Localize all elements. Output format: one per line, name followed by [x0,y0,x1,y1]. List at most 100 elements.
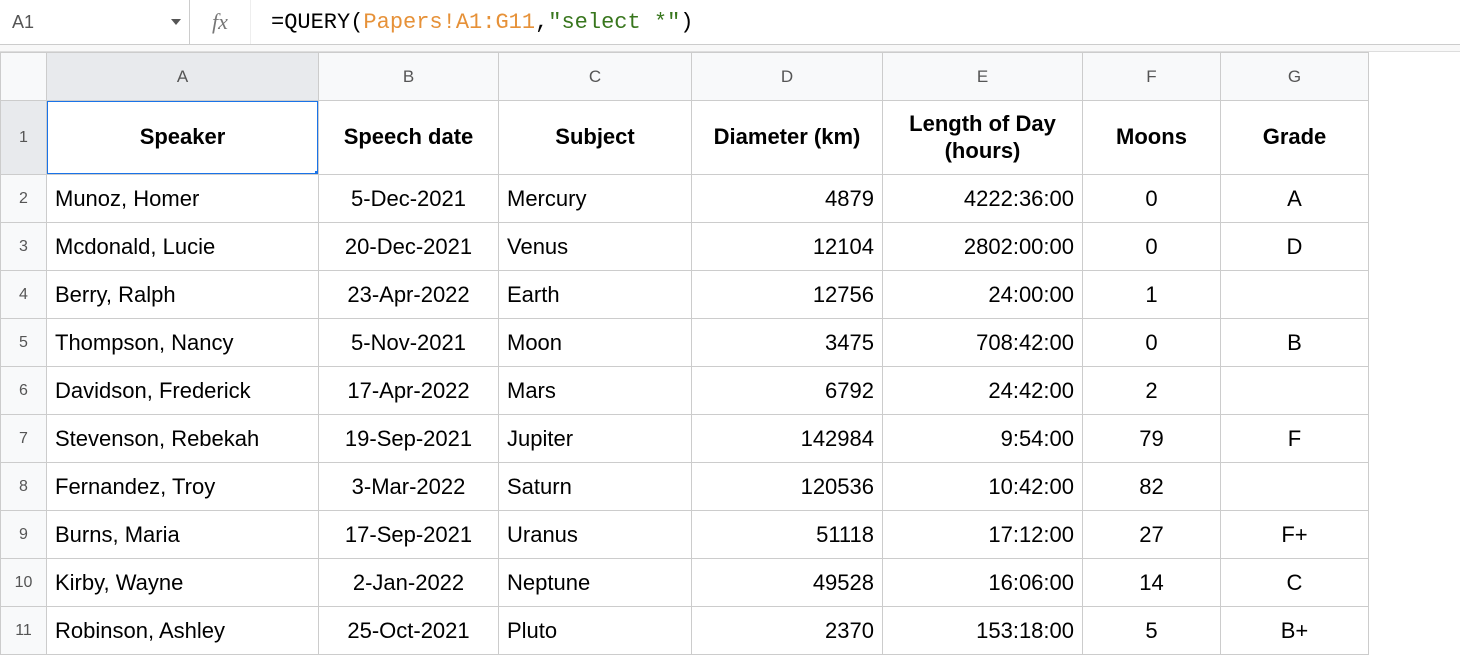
cell-A4[interactable]: Berry, Ralph [47,271,319,319]
cell-C11[interactable]: Pluto [499,607,692,655]
cell-G8[interactable] [1221,463,1369,511]
cell-D5[interactable]: 3475 [692,319,883,367]
row-header-1[interactable]: 1 [1,101,47,175]
cell-E1[interactable]: Length of Day (hours) [883,101,1083,175]
cell-B2[interactable]: 5-Dec-2021 [319,175,499,223]
cell-A10[interactable]: Kirby, Wayne [47,559,319,607]
cell-F7[interactable]: 79 [1083,415,1221,463]
cell-B3[interactable]: 20-Dec-2021 [319,223,499,271]
cell-G10[interactable]: C [1221,559,1369,607]
cell-F9[interactable]: 27 [1083,511,1221,559]
col-header-A[interactable]: A [47,53,319,101]
cell-B9[interactable]: 17-Sep-2021 [319,511,499,559]
cell-C2[interactable]: Mercury [499,175,692,223]
cell-B5[interactable]: 5-Nov-2021 [319,319,499,367]
cell-B11[interactable]: 25-Oct-2021 [319,607,499,655]
cell-D10[interactable]: 49528 [692,559,883,607]
cell-A5[interactable]: Thompson, Nancy [47,319,319,367]
row-header-7[interactable]: 7 [1,415,47,463]
cell-E10[interactable]: 16:06:00 [883,559,1083,607]
cell-D1[interactable]: Diameter (km) [692,101,883,175]
cell-F1[interactable]: Moons [1083,101,1221,175]
cell-A1[interactable]: Speaker [47,101,319,175]
cell-G6[interactable] [1221,367,1369,415]
cell-C5[interactable]: Moon [499,319,692,367]
col-header-C[interactable]: C [499,53,692,101]
cell-E2[interactable]: 4222:36:00 [883,175,1083,223]
col-header-G[interactable]: G [1221,53,1369,101]
cell-G4[interactable] [1221,271,1369,319]
cell-B10[interactable]: 2-Jan-2022 [319,559,499,607]
cell-C3[interactable]: Venus [499,223,692,271]
name-box-container[interactable] [0,0,190,44]
col-header-D[interactable]: D [692,53,883,101]
cell-B6[interactable]: 17-Apr-2022 [319,367,499,415]
cell-D3[interactable]: 12104 [692,223,883,271]
cell-F11[interactable]: 5 [1083,607,1221,655]
cell-G11[interactable]: B+ [1221,607,1369,655]
cell-F6[interactable]: 2 [1083,367,1221,415]
col-header-E[interactable]: E [883,53,1083,101]
cell-E3[interactable]: 2802:00:00 [883,223,1083,271]
select-all-corner[interactable] [1,53,47,101]
row-header-9[interactable]: 9 [1,511,47,559]
cell-A8[interactable]: Fernandez, Troy [47,463,319,511]
cell-B4[interactable]: 23-Apr-2022 [319,271,499,319]
col-header-F[interactable]: F [1083,53,1221,101]
row-header-11[interactable]: 11 [1,607,47,655]
row-header-10[interactable]: 10 [1,559,47,607]
name-box-dropdown-icon[interactable] [171,19,181,25]
cell-C4[interactable]: Earth [499,271,692,319]
cell-A3[interactable]: Mcdonald, Lucie [47,223,319,271]
cell-E5[interactable]: 708:42:00 [883,319,1083,367]
cell-G2[interactable]: A [1221,175,1369,223]
cell-E7[interactable]: 9:54:00 [883,415,1083,463]
cell-C9[interactable]: Uranus [499,511,692,559]
cell-F4[interactable]: 1 [1083,271,1221,319]
cell-A7[interactable]: Stevenson, Rebekah [47,415,319,463]
row-header-3[interactable]: 3 [1,223,47,271]
row-header-6[interactable]: 6 [1,367,47,415]
row-header-4[interactable]: 4 [1,271,47,319]
cell-D2[interactable]: 4879 [692,175,883,223]
cell-E4[interactable]: 24:00:00 [883,271,1083,319]
cell-B8[interactable]: 3-Mar-2022 [319,463,499,511]
cell-D11[interactable]: 2370 [692,607,883,655]
cell-D9[interactable]: 51118 [692,511,883,559]
cell-F2[interactable]: 0 [1083,175,1221,223]
col-header-B[interactable]: B [319,53,499,101]
name-box[interactable] [10,11,154,34]
cell-C7[interactable]: Jupiter [499,415,692,463]
cell-A9[interactable]: Burns, Maria [47,511,319,559]
cell-G1[interactable]: Grade [1221,101,1369,175]
cell-D6[interactable]: 6792 [692,367,883,415]
cell-E8[interactable]: 10:42:00 [883,463,1083,511]
cell-F3[interactable]: 0 [1083,223,1221,271]
cell-D8[interactable]: 120536 [692,463,883,511]
cell-D4[interactable]: 12756 [692,271,883,319]
cell-D7[interactable]: 142984 [692,415,883,463]
cell-F5[interactable]: 0 [1083,319,1221,367]
cell-C8[interactable]: Saturn [499,463,692,511]
cell-C6[interactable]: Mars [499,367,692,415]
cell-C1[interactable]: Subject [499,101,692,175]
cell-G3[interactable]: D [1221,223,1369,271]
cell-F8[interactable]: 82 [1083,463,1221,511]
cell-E6[interactable]: 24:42:00 [883,367,1083,415]
cell-B7[interactable]: 19-Sep-2021 [319,415,499,463]
row-header-8[interactable]: 8 [1,463,47,511]
cell-B1[interactable]: Speech date [319,101,499,175]
formula-input[interactable]: =QUERY(Papers!A1:G11,"select *") [251,0,1460,44]
row-header-2[interactable]: 2 [1,175,47,223]
cell-A2[interactable]: Munoz, Homer [47,175,319,223]
cell-F10[interactable]: 14 [1083,559,1221,607]
cell-G5[interactable]: B [1221,319,1369,367]
cell-G7[interactable]: F [1221,415,1369,463]
cell-G9[interactable]: F+ [1221,511,1369,559]
cell-C10[interactable]: Neptune [499,559,692,607]
cell-A6[interactable]: Davidson, Frederick [47,367,319,415]
cell-E9[interactable]: 17:12:00 [883,511,1083,559]
row-header-5[interactable]: 5 [1,319,47,367]
cell-A11[interactable]: Robinson, Ashley [47,607,319,655]
cell-E11[interactable]: 153:18:00 [883,607,1083,655]
